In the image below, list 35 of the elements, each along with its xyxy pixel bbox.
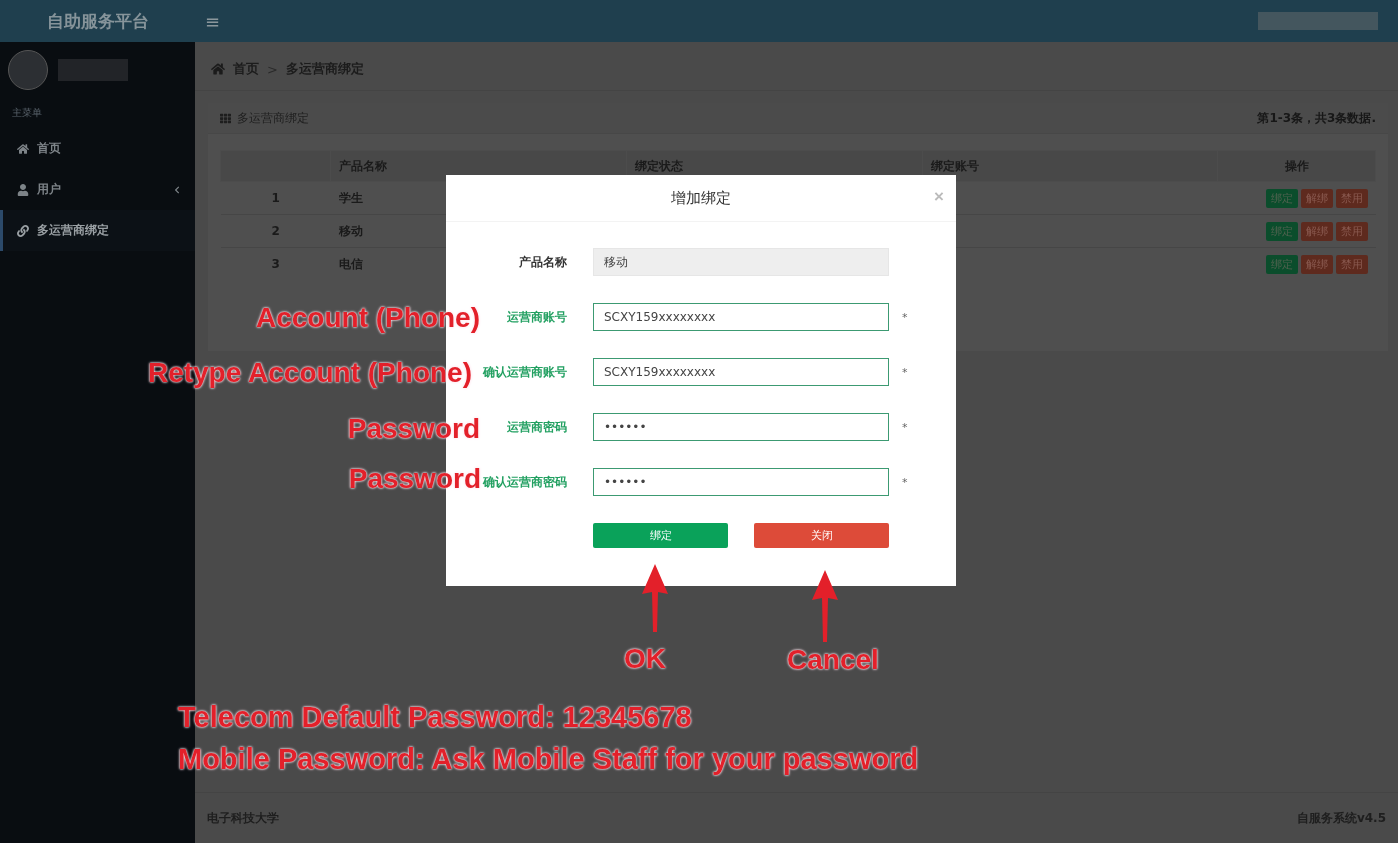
sidebar-item[interactable]: 用户 xyxy=(0,169,195,210)
menu-section-label: 主菜单 xyxy=(11,106,43,120)
close-button[interactable]: × xyxy=(934,187,944,207)
user-icon xyxy=(17,183,29,196)
annotation-text: Mobile Password: Ask Mobile Staff for your password xyxy=(178,745,919,774)
breadcrumb-separator: > xyxy=(267,61,278,77)
input-field[interactable]: •••••• xyxy=(593,468,889,496)
sidebar-item[interactable]: 首页 xyxy=(0,128,195,169)
home-icon xyxy=(211,62,225,76)
required-mark: * xyxy=(902,365,908,379)
field-label: 产品名称 xyxy=(518,253,567,271)
app-title: 自助服务平台 xyxy=(45,9,150,33)
required-mark: * xyxy=(902,310,908,324)
required-mark: * xyxy=(902,475,908,489)
dialog-title: 增加绑定 xyxy=(671,188,731,208)
menu-toggle[interactable]: ≡ xyxy=(205,10,221,32)
up-arrow-icon xyxy=(642,564,668,632)
close-dialog-button[interactable]: 关闭 xyxy=(754,523,889,548)
input-field[interactable]: SCXY159xxxxxxxx xyxy=(593,358,889,386)
caret-icon xyxy=(173,185,181,194)
sidebar-item[interactable]: 多运营商绑定 xyxy=(0,210,195,251)
required-mark: * xyxy=(902,420,908,434)
up-arrow-icon xyxy=(812,570,838,642)
grid-icon xyxy=(220,112,231,124)
annotation-text: OK xyxy=(624,645,666,673)
link-icon xyxy=(17,224,29,237)
annotation-text: Telecom Default Password: 12345678 xyxy=(178,703,692,732)
input-field[interactable]: SCXY159xxxxxxxx xyxy=(593,303,889,331)
bind-button[interactable]: 绑定 xyxy=(593,523,728,548)
annotation-text: Cancel xyxy=(787,646,879,674)
home-icon xyxy=(17,142,29,155)
blurred-user-name xyxy=(58,59,128,81)
input-field[interactable]: 移动 xyxy=(593,248,889,276)
input-field[interactable]: •••••• xyxy=(593,413,889,441)
avatar-icon xyxy=(8,50,48,90)
